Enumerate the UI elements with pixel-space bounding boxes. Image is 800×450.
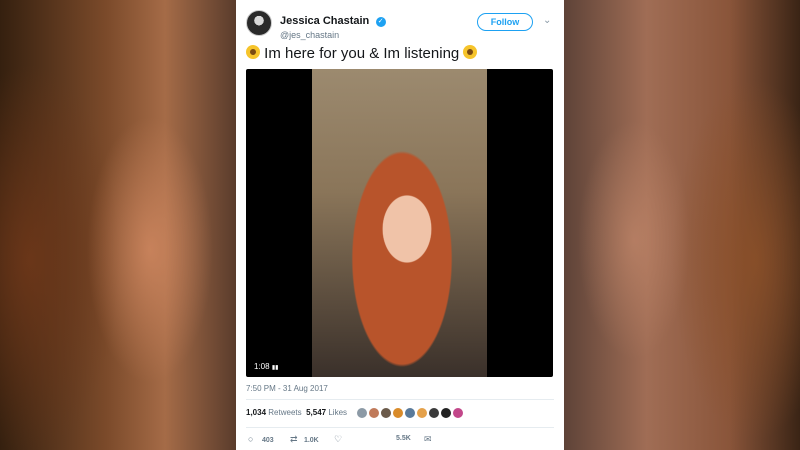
chevron-down-icon[interactable]: ⌄ [543, 16, 553, 26]
heart-icon: ♡ [334, 434, 343, 444]
background-blur-left [0, 0, 236, 450]
direct-message-action[interactable]: ✉ [424, 432, 434, 446]
author-info: Jessica Chastain ✓ @jes_chastain [280, 11, 386, 40]
retweet-icon: ⇄ [290, 434, 298, 444]
reply-icon: ○ [248, 434, 254, 444]
like-action-count: 5.5K [396, 435, 411, 442]
video-duration-text: 1:08 [254, 362, 270, 371]
video-duration: 1:08 ▮▮ [254, 362, 278, 371]
like-count[interactable]: 5,547 [306, 408, 326, 417]
retweets-label[interactable]: Retweets [268, 408, 301, 417]
reply-action[interactable]: ○ 403 [248, 432, 274, 446]
liker-avatar[interactable] [428, 407, 440, 419]
tweet-stats: 1,034 Retweets 5,547 Likes [246, 408, 347, 417]
volume-icon: ▮▮ [271, 365, 279, 371]
tweet-text-body: Im here for you & Im listening [264, 45, 460, 62]
liker-avatar[interactable] [404, 407, 416, 419]
retweet-action-count: 1.0K [303, 437, 319, 444]
divider [246, 427, 554, 428]
liker-avatar[interactable] [452, 407, 464, 419]
liker-avatar[interactable] [416, 407, 428, 419]
likes-label[interactable]: Likes [328, 408, 347, 417]
tweet-timestamp[interactable]: 7:50 PM - 31 Aug 2017 [246, 384, 328, 393]
retweet-action[interactable]: ⇄ 1.0K [290, 432, 319, 446]
sunflower-icon [463, 45, 478, 59]
video-player[interactable]: 1:08 ▮▮ [246, 69, 553, 377]
divider [246, 399, 554, 400]
like-action[interactable]: ♡ [334, 432, 344, 446]
liker-avatar[interactable] [440, 407, 452, 419]
display-name[interactable]: Jessica Chastain [280, 15, 369, 27]
liker-avatars[interactable] [356, 407, 464, 421]
tweet-card: Jessica Chastain ✓ @jes_chastain Follow … [236, 0, 564, 450]
tweet-actions: ○ 403 ⇄ 1.0K ♡ 5.5K ✉ [246, 432, 554, 446]
user-handle[interactable]: @jes_chastain [280, 30, 386, 40]
sunflower-icon [246, 45, 260, 59]
liker-avatar[interactable] [368, 407, 380, 419]
background-blur-right [564, 0, 800, 450]
avatar[interactable] [246, 10, 272, 36]
liker-avatar[interactable] [356, 407, 368, 419]
tweet-header: Jessica Chastain ✓ @jes_chastain Follow … [246, 10, 554, 40]
liker-avatar[interactable] [380, 407, 392, 419]
retweet-count[interactable]: 1,034 [246, 408, 266, 417]
verified-icon: ✓ [375, 17, 386, 27]
liker-avatar[interactable] [392, 407, 404, 419]
follow-button[interactable]: Follow [477, 13, 533, 31]
like-count-action[interactable]: 5.5K [394, 432, 411, 446]
reply-count: 403 [261, 437, 274, 444]
video-frame [312, 69, 487, 377]
envelope-icon: ✉ [424, 434, 432, 444]
tweet-text: Im here for you & Im listening [246, 44, 554, 64]
